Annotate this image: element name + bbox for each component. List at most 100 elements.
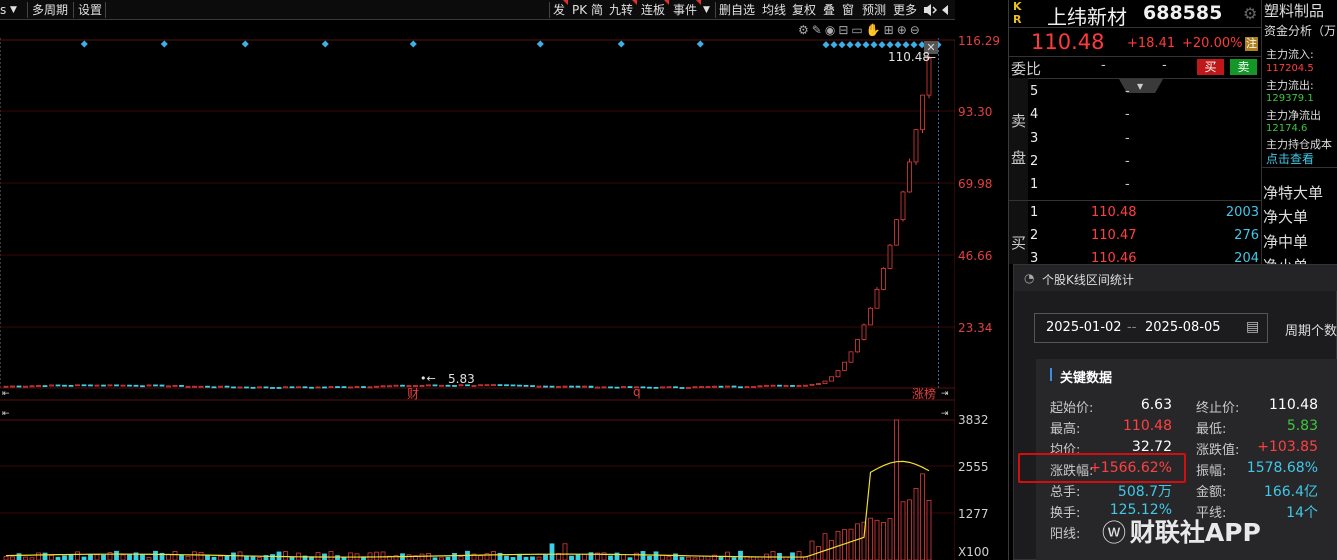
kr-tag: KR (1013, 0, 1022, 26)
candle-body (842, 361, 847, 371)
scroll-left-icon[interactable]: ⇤ (2, 389, 10, 399)
toolbar-jiuzhuan[interactable]: 九转 (609, 0, 633, 20)
candle-body (829, 376, 834, 382)
candle-body (627, 386, 633, 388)
stats-icon: ◔ (1024, 271, 1035, 285)
price-change-pct: +20.00% (1182, 36, 1243, 51)
candle-body (296, 386, 301, 389)
volume-bar (120, 554, 126, 560)
volume-bar (231, 552, 236, 560)
volume-bars (3, 419, 932, 560)
candle-body (744, 386, 750, 389)
toolbar-window[interactable]: 窗 (842, 0, 854, 20)
volume-bar (49, 555, 54, 560)
volume-bar (900, 501, 906, 560)
candle-body (133, 384, 139, 387)
zoom-in-icon[interactable]: ⊕ (897, 23, 910, 37)
candle-body (309, 386, 314, 389)
toolbar-events-dropdown[interactable]: ▼ (703, 0, 710, 20)
toolbar-ma[interactable]: 均线 (762, 0, 786, 20)
candle-body (835, 370, 841, 378)
gear-icon[interactable]: ⚙ (1243, 4, 1257, 23)
scroll-right-icon[interactable]: ⇥ (941, 389, 949, 399)
toolbar-remove-watchlist[interactable]: 删自选 (719, 0, 755, 20)
volume-bar (549, 543, 555, 560)
limit-up-badge[interactable]: 涨榜 (912, 385, 936, 402)
buy-button[interactable]: 买 (1197, 59, 1224, 75)
toolbar-pk[interactable]: PK (572, 0, 587, 20)
stat-value: 5.83 (1286, 418, 1318, 434)
volume-bar (218, 555, 223, 560)
volume-bar (855, 523, 860, 560)
hand-icon[interactable]: ✋ (866, 23, 884, 37)
volume-bar (3, 555, 9, 560)
stat-label: 金额: (1196, 485, 1227, 500)
calendar-icon[interactable]: ▤ (1246, 319, 1259, 335)
sell-button[interactable]: 卖 (1230, 59, 1257, 75)
current-price: 110.48 (1031, 30, 1105, 54)
vol-scroll-right-icon[interactable]: ⇥ (941, 409, 949, 419)
volume-bar (647, 555, 652, 560)
toolbar-jian[interactable]: 简 (591, 0, 603, 20)
candle-body (868, 307, 873, 326)
event-diamond (321, 40, 329, 48)
volume-bar (621, 554, 626, 560)
toolbar-lianban[interactable]: 连板 (641, 0, 665, 20)
chevron-down-icon[interactable]: ▼ (10, 0, 17, 20)
industry-title[interactable]: 塑料制品 (1264, 0, 1324, 21)
key-data-title: 关键数据 (1060, 371, 1113, 386)
toolbar-multi-period[interactable]: 多周期 (32, 0, 68, 20)
candle-body (822, 380, 828, 384)
fullscreen-icon[interactable]: ⊞ (884, 23, 897, 37)
toolbar-item-s[interactable]: s (0, 0, 6, 20)
weibo-icon: ⓦ (1102, 519, 1126, 547)
collapse-arrow-icon[interactable]: ▼ (1137, 82, 1143, 91)
volume-bar (582, 554, 587, 560)
toolbar-forecast[interactable]: 预测 (862, 0, 886, 20)
event-label-finance[interactable]: 财 (407, 385, 419, 402)
date-end[interactable]: 2025-08-05 (1145, 320, 1221, 335)
stat-value: 166.4亿 (1263, 484, 1318, 500)
date-start[interactable]: 2025-01-02 (1046, 320, 1122, 335)
volume-bar (868, 517, 873, 560)
collapse-arrow-icon[interactable] (940, 0, 952, 20)
candle-body (653, 386, 659, 389)
candle-body (328, 386, 334, 389)
eye-icon[interactable]: ◉ (825, 23, 838, 37)
note-badge[interactable]: 注 (1245, 37, 1258, 51)
lock-icon[interactable]: ⊟ (838, 23, 851, 37)
sell-side-label-1: 卖 (1011, 112, 1027, 130)
kline-chart-area[interactable]: ⚙✎◉⊟▭✋⊞⊕⊖ ✕ 116.29 93.30 69.98 46.66 23.… (0, 20, 1000, 560)
event-label-q[interactable]: q (633, 385, 641, 399)
candle-body (3, 385, 9, 388)
volume-bar (380, 551, 386, 560)
click-view-link[interactable]: 点击查看 (1266, 150, 1314, 167)
volume-bar (68, 554, 74, 560)
sell-side-label-2: 盘 (1011, 149, 1027, 167)
vol-scroll-left-icon[interactable]: ⇤ (2, 409, 10, 419)
buy-side-label: 买 (1011, 234, 1027, 252)
candle-body (751, 386, 756, 388)
sell-level: 5 (1030, 84, 1039, 99)
candle-body (647, 386, 652, 389)
delete-icon[interactable]: ▭ (851, 23, 865, 37)
candle-body (725, 385, 730, 388)
toolbar-overlay[interactable]: 叠 (823, 0, 835, 20)
event-diamond (910, 41, 918, 49)
settings-icon[interactable]: ⚙ (798, 23, 812, 37)
toolbar-more[interactable]: 更多 (893, 0, 917, 20)
candle-body (127, 384, 132, 387)
weicha-value: - (1162, 58, 1167, 73)
volume-bar (114, 550, 119, 560)
candle-body (816, 383, 821, 385)
candle-body (549, 385, 555, 388)
toolbar-settings[interactable]: 设置 (78, 0, 102, 20)
toolbar-events[interactable]: 事件 (673, 0, 697, 20)
kline-chart[interactable] (0, 20, 955, 560)
event-diamond (878, 41, 886, 49)
toolbar-adjust[interactable]: 复权 (792, 0, 816, 20)
watermark-text: 财联社APP (1129, 518, 1261, 547)
zoom-out-icon[interactable]: ⊖ (910, 23, 923, 37)
expand-panel-icon[interactable] (923, 0, 938, 20)
pen-icon[interactable]: ✎ (812, 23, 825, 37)
